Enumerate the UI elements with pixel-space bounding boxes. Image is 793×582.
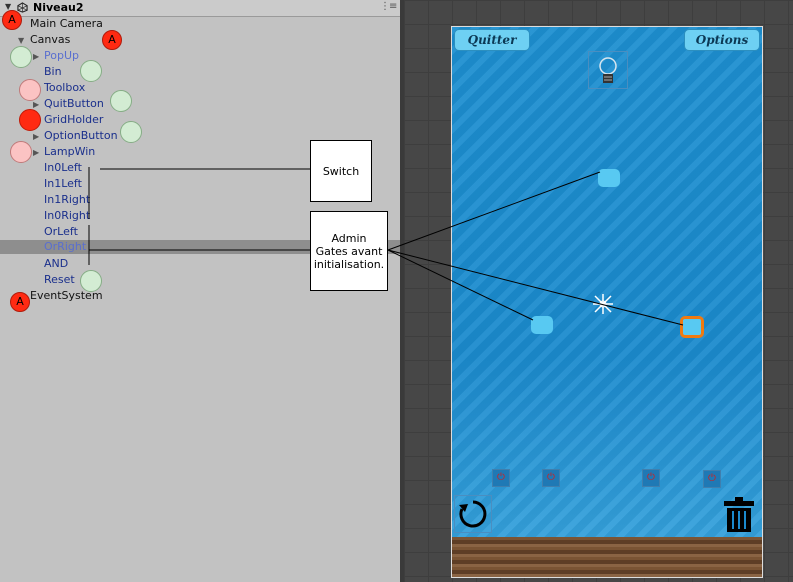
hierarchy-item-in0left[interactable]: In0Left: [44, 160, 82, 176]
marker-pink-toolbox: [19, 79, 41, 101]
hierarchy-item-main-camera[interactable]: Main Camera: [30, 16, 103, 32]
gate-slot-left[interactable]: [531, 316, 553, 334]
wooden-floor: [452, 537, 762, 577]
marker-a-canvas: A: [102, 30, 122, 50]
marker-green-quitbutton: [110, 90, 132, 112]
annotation-switch: Switch: [310, 140, 372, 202]
move-gizmo-icon[interactable]: [591, 292, 615, 316]
marker-green-optionbutton: [120, 121, 142, 143]
hierarchy-item-popup[interactable]: PopUp: [44, 48, 79, 64]
marker-red-gridholder: [19, 109, 41, 131]
marker-pink-lampwin: [10, 141, 32, 163]
quit-button[interactable]: Quitter: [454, 29, 530, 51]
canvas-expand-arrow[interactable]: ▼: [18, 36, 24, 45]
restart-icon[interactable]: [454, 495, 492, 533]
power-switch-3[interactable]: ⏻: [642, 469, 660, 487]
gate-slot-top[interactable]: [598, 169, 620, 187]
hierarchy-header: ▼ Niveau2 ⋮≡: [0, 0, 400, 17]
game-canvas: Quitter Options ⏻ ⏻ ⏻ ⏻: [451, 26, 763, 578]
marker-green-bin: [80, 60, 102, 82]
hierarchy-item-reset[interactable]: Reset: [44, 272, 75, 288]
hierarchy-item-canvas[interactable]: Canvas: [30, 32, 70, 48]
hierarchy-panel: ▼ Niveau2 ⋮≡ Main Camera ▼ Canvas ▶ PopU…: [0, 0, 400, 582]
hierarchy-item-optionbutton[interactable]: OptionButton: [44, 128, 118, 144]
marker-green-popup: [10, 46, 32, 68]
hierarchy-item-in1left[interactable]: In1Left: [44, 176, 82, 192]
gate-slot-selected[interactable]: [680, 316, 704, 338]
trash-icon[interactable]: [722, 497, 756, 533]
scene-title: Niveau2: [33, 1, 84, 14]
lightbulb-icon: [588, 51, 628, 89]
hierarchy-item-and[interactable]: AND: [44, 256, 68, 272]
popup-expand-arrow[interactable]: ▶: [33, 52, 39, 61]
unity-logo-icon: [17, 2, 28, 13]
power-switch-4[interactable]: ⏻: [703, 470, 721, 488]
quitbutton-expand-arrow[interactable]: ▶: [33, 100, 39, 109]
optionbutton-expand-arrow[interactable]: ▶: [33, 132, 39, 141]
power-switch-2[interactable]: ⏻: [542, 469, 560, 487]
marker-green-reset: [80, 270, 102, 292]
annotation-admin-gates: Admin Gates avant initialisation.: [310, 211, 388, 291]
hierarchy-item-orright[interactable]: OrRight: [44, 239, 86, 255]
hierarchy-item-bin[interactable]: Bin: [44, 64, 62, 80]
options-button[interactable]: Options: [684, 29, 760, 51]
hierarchy-item-quitbutton[interactable]: QuitButton: [44, 96, 104, 112]
hierarchy-item-orleft[interactable]: OrLeft: [44, 224, 78, 240]
marker-a-main-camera: A: [2, 10, 22, 30]
hierarchy-item-in1right[interactable]: In1Right: [44, 192, 90, 208]
hierarchy-item-toolbox[interactable]: Toolbox: [44, 80, 85, 96]
lampwin-expand-arrow[interactable]: ▶: [33, 148, 39, 157]
hierarchy-menu-icon[interactable]: ⋮≡: [380, 1, 397, 12]
hierarchy-item-lampwin[interactable]: LampWin: [44, 144, 95, 160]
hierarchy-item-gridholder[interactable]: GridHolder: [44, 112, 103, 128]
power-switch-1[interactable]: ⏻: [492, 469, 510, 487]
marker-a-eventsystem: A: [10, 292, 30, 312]
hierarchy-item-in0right[interactable]: In0Right: [44, 208, 90, 224]
